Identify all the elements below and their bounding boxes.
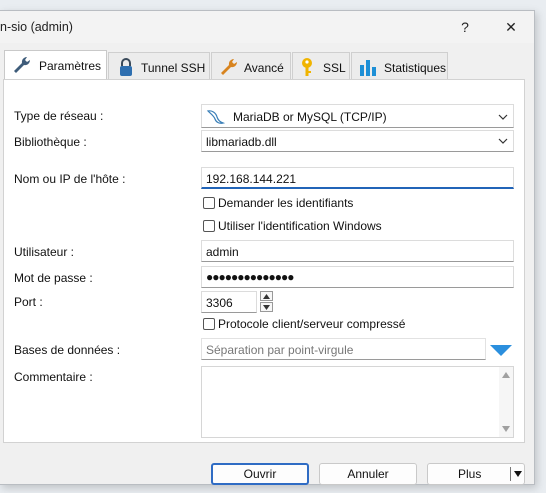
prompt-credentials-checkbox[interactable] bbox=[203, 197, 215, 209]
triangle-down-icon bbox=[490, 345, 512, 356]
tab-tunnel-ssh[interactable]: Tunnel SSH bbox=[108, 52, 210, 79]
network-type-select[interactable]: MariaDB or MySQL (TCP/IP) bbox=[201, 104, 514, 128]
key-icon bbox=[302, 58, 312, 76]
user-input[interactable]: admin bbox=[201, 240, 514, 262]
tab-label: Paramètres bbox=[39, 59, 102, 73]
cancel-button[interactable]: Annuler bbox=[319, 463, 417, 485]
tab-parametres[interactable]: Paramètres bbox=[4, 50, 107, 79]
library-value: libmariadb.dll bbox=[206, 135, 277, 149]
more-button-label: Plus bbox=[458, 467, 482, 481]
host-value: 192.168.144.221 bbox=[206, 172, 297, 186]
comment-label: Commentaire : bbox=[14, 370, 93, 384]
password-value: ●●●●●●●●●●●●●● bbox=[206, 270, 294, 284]
mariadb-dolphin-icon bbox=[206, 110, 226, 124]
user-label: Utilisateur : bbox=[14, 245, 75, 259]
comment-textarea[interactable] bbox=[201, 366, 514, 438]
chevron-down-icon bbox=[498, 138, 508, 144]
split-divider bbox=[510, 467, 511, 481]
wrench-icon bbox=[14, 56, 31, 73]
user-value: admin bbox=[206, 245, 239, 259]
wrench-orange-icon bbox=[221, 58, 238, 75]
open-button[interactable]: Ouvrir bbox=[211, 463, 309, 485]
settings-panel: Type de réseau : MariaDB or MySQL (TCP/I… bbox=[3, 79, 525, 443]
tab-label: SSL bbox=[323, 61, 346, 75]
title-bar: n-sio (admin) ? ✕ bbox=[0, 11, 534, 43]
tab-avance[interactable]: Avancé bbox=[211, 52, 291, 79]
port-decrement-button[interactable] bbox=[260, 302, 273, 312]
scroll-up-icon[interactable] bbox=[502, 372, 510, 378]
prompt-credentials-label: Demander les identifiants bbox=[218, 196, 354, 210]
tab-label: Avancé bbox=[244, 61, 284, 75]
more-button[interactable]: Plus bbox=[427, 463, 525, 485]
host-input[interactable]: 192.168.144.221 bbox=[201, 167, 514, 189]
network-type-value: MariaDB or MySQL (TCP/IP) bbox=[233, 110, 387, 124]
databases-input[interactable]: Séparation par point-virgule bbox=[201, 338, 486, 360]
tab-label: Statistiques bbox=[384, 61, 447, 75]
chevron-down-icon bbox=[498, 114, 508, 120]
comment-scrollbar[interactable] bbox=[499, 367, 513, 437]
tab-statistiques[interactable]: Statistiques bbox=[351, 52, 448, 79]
close-button[interactable]: ✕ bbox=[496, 16, 526, 38]
arrow-up-icon bbox=[263, 294, 270, 299]
help-button[interactable]: ? bbox=[450, 16, 480, 38]
port-value: 3306 bbox=[206, 296, 233, 310]
bar-chart-icon bbox=[360, 60, 376, 76]
tab-ssl[interactable]: SSL bbox=[292, 52, 350, 79]
windows-auth-label: Utiliser l'identification Windows bbox=[218, 219, 382, 233]
compression-label: Protocole client/serveur compressé bbox=[218, 317, 406, 331]
compression-checkbox[interactable] bbox=[203, 318, 215, 330]
session-dialog: n-sio (admin) ? ✕ Paramètres Tunnel SSH … bbox=[0, 10, 535, 485]
arrow-down-icon bbox=[263, 305, 270, 310]
port-stepper[interactable] bbox=[260, 291, 273, 313]
lock-icon bbox=[120, 58, 132, 76]
password-label: Mot de passe : bbox=[14, 271, 93, 285]
scroll-down-icon[interactable] bbox=[502, 426, 510, 432]
databases-label: Bases de données : bbox=[14, 343, 121, 357]
port-label: Port : bbox=[14, 295, 43, 309]
databases-placeholder: Séparation par point-virgule bbox=[206, 343, 354, 357]
port-increment-button[interactable] bbox=[260, 291, 273, 301]
windows-auth-checkbox[interactable] bbox=[203, 220, 215, 232]
tab-label: Tunnel SSH bbox=[141, 61, 206, 75]
host-label: Nom ou IP de l'hôte : bbox=[14, 172, 126, 186]
databases-dropdown-button[interactable] bbox=[488, 338, 514, 360]
window-title: n-sio (admin) bbox=[0, 20, 73, 34]
library-label: Bibliothèque : bbox=[14, 135, 87, 149]
password-input[interactable]: ●●●●●●●●●●●●●● bbox=[201, 266, 514, 288]
network-type-label: Type de réseau : bbox=[14, 109, 104, 123]
library-select[interactable]: libmariadb.dll bbox=[201, 130, 514, 152]
dropdown-arrow-icon[interactable] bbox=[514, 471, 522, 477]
port-input[interactable]: 3306 bbox=[201, 291, 257, 313]
